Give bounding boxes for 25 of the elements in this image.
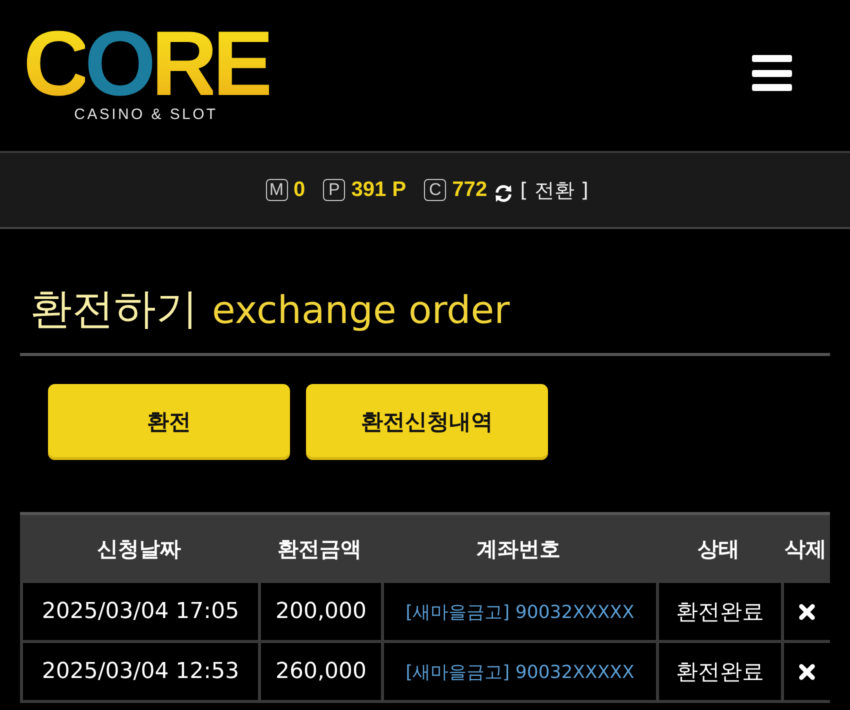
logo-wordmark[interactable]: CORE xyxy=(23,22,269,106)
action-button[interactable]: 환전신청내역 xyxy=(306,384,548,460)
page-subtitle: exchange order xyxy=(212,287,510,334)
balance-value: 391 P xyxy=(351,178,406,202)
balance-value: 772 xyxy=(452,178,488,202)
page-title: 환전하기 xyxy=(30,283,198,335)
date-cell: 2025/03/04 12:53 xyxy=(20,643,258,700)
currency-badge: P xyxy=(323,179,346,201)
amount-cell: 200,000 xyxy=(258,583,381,640)
account-cell: [새마을금고] 90032XXXXX xyxy=(381,583,656,640)
balance-value: 0 xyxy=(294,178,306,202)
logo-tagline: CASINO & SLOT xyxy=(74,106,218,123)
action-button[interactable]: 환전 xyxy=(48,384,290,460)
currency-badge: C xyxy=(424,179,446,201)
delete-icon[interactable] xyxy=(798,602,816,621)
convert-link[interactable]: [ 전환 ] xyxy=(520,176,588,204)
status-cell: 환전완료 xyxy=(656,583,781,640)
status-cell: 환전완료 xyxy=(656,643,781,700)
delete-icon[interactable] xyxy=(798,662,816,681)
refresh-icon[interactable] xyxy=(493,182,514,204)
account-cell: [새마을금고] 90032XXXXX xyxy=(381,643,656,700)
currency-badge: M xyxy=(266,179,288,201)
menu-icon[interactable] xyxy=(752,55,792,91)
date-cell: 2025/03/04 17:05 xyxy=(20,583,258,640)
amount-cell: 260,000 xyxy=(258,643,381,700)
